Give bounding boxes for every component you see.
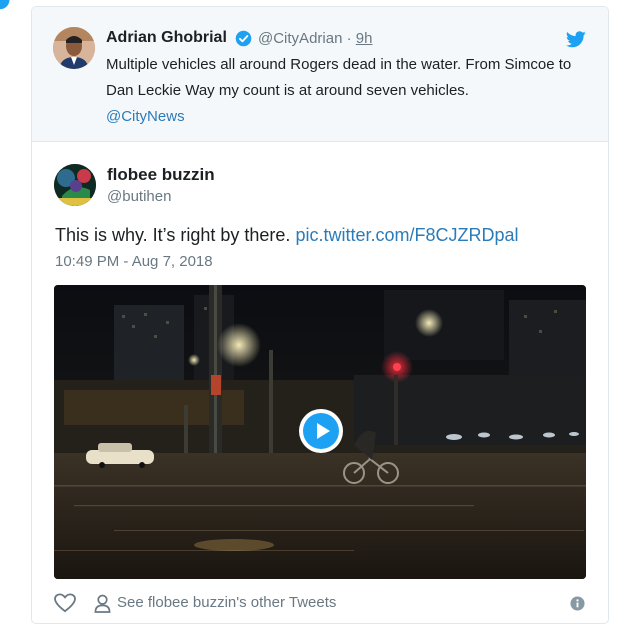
author-name[interactable]: flobee buzzin [107, 165, 215, 185]
meta-separator: · [346, 30, 352, 47]
quoted-tweet[interactable]: Adrian Ghobrial @CityAdrian · 9h Multipl… [32, 7, 608, 142]
person-icon [94, 594, 111, 613]
info-icon[interactable] [570, 596, 585, 611]
see-other-tweets-link[interactable]: See flobee buzzin's other Tweets [117, 594, 336, 611]
quoted-author-name[interactable]: Adrian Ghobrial [106, 29, 227, 47]
quoted-timestamp[interactable]: 9h [356, 30, 373, 47]
tweet-timestamp[interactable]: 10:49 PM - Aug 7, 2018 [55, 253, 213, 270]
play-icon [303, 413, 339, 449]
quoted-mention-link[interactable]: @CityNews [106, 108, 185, 125]
verified-badge-icon [235, 30, 252, 47]
embedded-tweet-card: Adrian Ghobrial @CityAdrian · 9h Multipl… [31, 6, 609, 624]
tweet-footer: See flobee buzzin's other Tweets [32, 591, 608, 619]
play-button[interactable] [299, 409, 343, 453]
quoted-author-avatar[interactable] [53, 27, 95, 69]
twitter-bird-corner-icon [0, 0, 10, 10]
twitter-bird-icon[interactable] [566, 31, 586, 48]
quoted-author-handle[interactable]: @CityAdrian [258, 30, 342, 47]
tweet-text-body: This is why. It’s right by there. [55, 225, 291, 245]
author-handle[interactable]: @butihen [107, 188, 171, 205]
video-thumbnail[interactable] [54, 285, 586, 579]
author-avatar[interactable] [54, 164, 96, 206]
quoted-tweet-text: Multiple vehicles all around Rogers dead… [106, 52, 596, 130]
heart-icon[interactable] [54, 593, 76, 613]
quoted-text-body: Multiple vehicles all around Rogers dead… [106, 56, 572, 99]
media-link[interactable]: pic.twitter.com/F8CJZRDpal [295, 225, 518, 245]
quoted-author-meta: @CityAdrian · 9h [258, 30, 372, 47]
tweet-text: This is why. It’s right by there. pic.tw… [55, 225, 519, 246]
